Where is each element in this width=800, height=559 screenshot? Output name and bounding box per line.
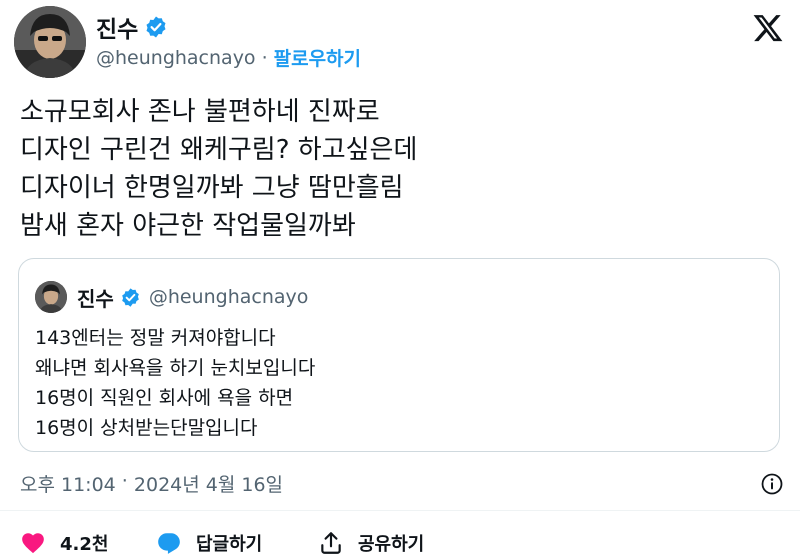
quoted-verified-badge-icon [122,287,139,307]
author-display-name[interactable]: 진수 [96,10,138,44]
tweet-line: 밤새 혼자 야근한 작업물일까봐 [20,211,356,241]
tweet-text: 소규모회사 존나 불편하네 진짜로 디자인 구린건 왜케구림? 하고싶은데 디자… [20,93,417,245]
like-count: 4.2천 [60,534,109,555]
post-date[interactable]: 2024년 4월 16일 [134,470,283,497]
share-icon [321,532,341,554]
avatar[interactable] [14,6,86,78]
tweet-line: 소규모회사 존나 불편하네 진짜로 [20,97,380,127]
reply-icon [158,533,180,554]
avatar-image [14,6,86,78]
x-logo-icon[interactable] [752,12,784,44]
quoted-header: 진수 @heunghacnayo [77,281,308,313]
heart-icon [22,533,44,554]
author-handle-row: @heunghacnayo · 팔로우하기 [96,44,361,71]
reply-button[interactable]: 답글하기 [156,530,262,556]
separator-dot: · [115,470,134,492]
info-icon[interactable] [760,472,784,496]
quoted-line: 16명이 상처받는단말입니다 [35,417,258,439]
quoted-avatar-image [35,281,67,313]
follow-button[interactable]: 팔로우하기 [274,44,361,71]
share-label: 공유하기 [358,534,425,555]
quoted-handle: @heunghacnayo [148,286,309,308]
tweet-line: 디자인 구린건 왜케구림? 하고싶은데 [20,135,418,165]
like-button[interactable]: 4.2천 [20,530,108,556]
divider [0,510,800,511]
reply-label: 답글하기 [196,534,263,555]
quoted-text: 143엔터는 정말 커져야합니다 왜냐면 회사욕을 하기 눈치보입니다 16명이… [35,323,315,443]
timestamp-row: 오후 11:04 · 2024년 4월 16일 [20,470,283,497]
quoted-line: 왜냐면 회사욕을 하기 눈치보입니다 [35,357,316,379]
quoted-avatar[interactable] [35,281,67,313]
separator-dot: · [261,46,268,69]
quoted-line: 143엔터는 정말 커져야합니다 [35,327,276,349]
share-button[interactable]: 공유하기 [318,530,424,556]
author-name-row: 진수 [96,10,168,44]
post-time[interactable]: 오후 11:04 [20,470,116,497]
verified-badge-icon [146,16,166,38]
quoted-tweet[interactable]: 진수 @heunghacnayo 143엔터는 정말 커져야합니다 왜냐면 회사… [18,258,780,452]
tweet-line: 디자이너 한명일까봐 그냥 땀만흘림 [20,173,404,203]
quoted-line: 16명이 직원인 회사에 욕을 하면 [35,387,294,409]
quoted-display-name: 진수 [77,286,114,311]
author-handle[interactable]: @heunghacnayo [96,47,256,69]
